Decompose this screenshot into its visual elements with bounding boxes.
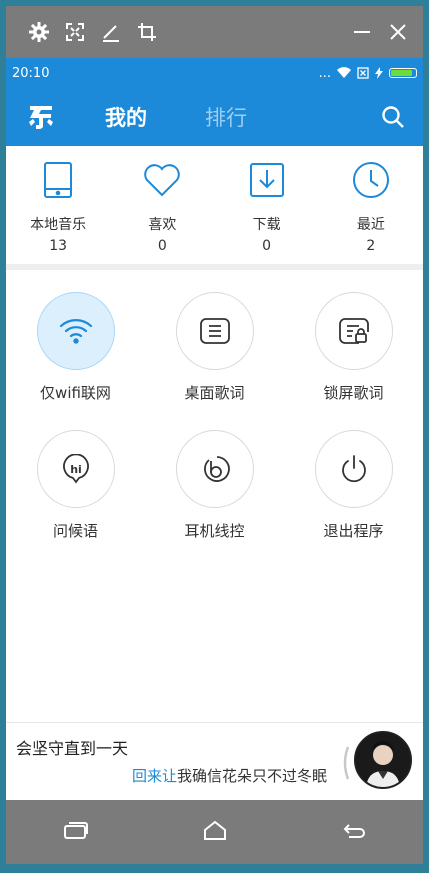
battery-icon xyxy=(389,68,417,78)
feature-label: 仅wifi联网 xyxy=(40,384,111,402)
quick-label: 最近 xyxy=(356,217,385,233)
headset-control-toggle[interactable] xyxy=(175,430,254,508)
download-icon xyxy=(249,160,284,200)
feature-label: 退出程序 xyxy=(323,522,384,540)
feature-label: 问候语 xyxy=(52,522,98,540)
feature-lockscreen-lyrics[interactable]: 锁屏歌词 xyxy=(284,292,423,430)
feature-wifi-only[interactable]: 仅wifi联网 xyxy=(6,292,145,430)
emulator-frame: 20:10 ... 我的 排行 本地音乐 13 喜欢 0 下载 0 最近 2 仅… xyxy=(0,0,429,873)
feature-grid: 仅wifi联网 桌面歌词 锁屏歌词 hi 问候语 耳机线控 退出程序 xyxy=(6,270,423,568)
feature-exit-app[interactable]: 退出程序 xyxy=(284,430,423,568)
quick-downloads[interactable]: 下载 0 xyxy=(215,160,319,264)
quick-label: 下载 xyxy=(252,217,281,233)
status-time: 20:10 xyxy=(12,65,50,81)
settings-icon[interactable] xyxy=(26,19,52,45)
wifi-toggle[interactable] xyxy=(36,292,115,370)
crop-icon[interactable] xyxy=(134,19,160,45)
quick-recent[interactable]: 最近 2 xyxy=(319,160,423,264)
feature-desktop-lyrics[interactable]: 桌面歌词 xyxy=(145,292,284,430)
desktop-lyrics-toggle[interactable] xyxy=(175,292,254,370)
feature-headset-control[interactable]: 耳机线控 xyxy=(145,430,284,568)
svg-text:hi: hi xyxy=(70,463,82,476)
lyric-line-1: 会坚守直到一天 xyxy=(16,739,129,758)
lyric-line-2: 回来让我确信花朵只不过冬眠 xyxy=(132,765,327,786)
recent-apps-icon[interactable] xyxy=(63,820,89,844)
app-bar: 我的 排行 xyxy=(6,88,423,146)
lockscreen-lyrics-toggle[interactable] xyxy=(314,292,393,370)
power-icon xyxy=(341,455,366,483)
emulator-toolbar xyxy=(6,6,423,58)
exit-button[interactable] xyxy=(314,430,393,508)
phone-icon xyxy=(43,160,73,200)
quick-local-music[interactable]: 本地音乐 13 xyxy=(6,160,110,264)
tab-ranking[interactable]: 排行 xyxy=(176,102,276,132)
search-icon[interactable] xyxy=(363,105,423,129)
feature-greeting[interactable]: hi 问候语 xyxy=(6,430,145,568)
back-icon[interactable] xyxy=(341,820,367,844)
phone-screen: 20:10 ... 我的 排行 本地音乐 13 喜欢 0 下载 0 最近 2 仅… xyxy=(6,58,423,800)
quick-label: 喜欢 xyxy=(148,217,177,233)
lyric-rest: 我确信花朵只不过冬眠 xyxy=(176,767,327,785)
wifi-signal-icon xyxy=(337,67,351,78)
charging-icon xyxy=(375,67,383,79)
home-icon[interactable] xyxy=(202,819,228,845)
greeting-toggle[interactable]: hi xyxy=(36,430,115,508)
close-icon[interactable] xyxy=(387,21,409,43)
greeting-icon: hi xyxy=(62,454,89,484)
quick-count: 0 xyxy=(157,238,167,254)
fullscreen-icon[interactable] xyxy=(62,19,88,45)
status-dots: ... xyxy=(318,65,331,81)
feature-label: 桌面歌词 xyxy=(184,384,245,402)
drag-handle-icon[interactable] xyxy=(342,745,350,781)
lyrics-icon xyxy=(199,318,230,344)
heart-icon xyxy=(143,160,181,200)
sim-icon xyxy=(357,67,369,79)
quick-access-row: 本地音乐 13 喜欢 0 下载 0 最近 2 xyxy=(6,146,423,270)
clock-icon xyxy=(352,160,390,200)
headset-icon xyxy=(203,456,230,482)
mini-player[interactable]: 会坚守直到一天 回来让我确信花朵只不过冬眠 xyxy=(6,722,423,800)
lyric-highlight: 回来让 xyxy=(131,767,177,785)
feature-label: 耳机线控 xyxy=(184,522,245,540)
album-cover[interactable] xyxy=(354,731,412,789)
quick-count: 0 xyxy=(262,238,272,254)
minimize-icon[interactable] xyxy=(351,21,373,43)
lock-lyrics-icon xyxy=(338,318,369,344)
wifi-icon xyxy=(59,319,92,344)
feature-label: 锁屏歌词 xyxy=(323,384,384,402)
app-logo-icon[interactable] xyxy=(6,104,76,130)
emulator-navbar xyxy=(6,800,423,864)
status-bar: 20:10 ... xyxy=(6,58,423,88)
quick-favorites[interactable]: 喜欢 0 xyxy=(110,160,214,264)
quick-label: 本地音乐 xyxy=(30,217,87,233)
quick-count: 2 xyxy=(366,238,376,254)
quick-count: 13 xyxy=(49,238,68,254)
pen-icon[interactable] xyxy=(98,19,124,45)
tab-mine[interactable]: 我的 xyxy=(76,102,176,132)
